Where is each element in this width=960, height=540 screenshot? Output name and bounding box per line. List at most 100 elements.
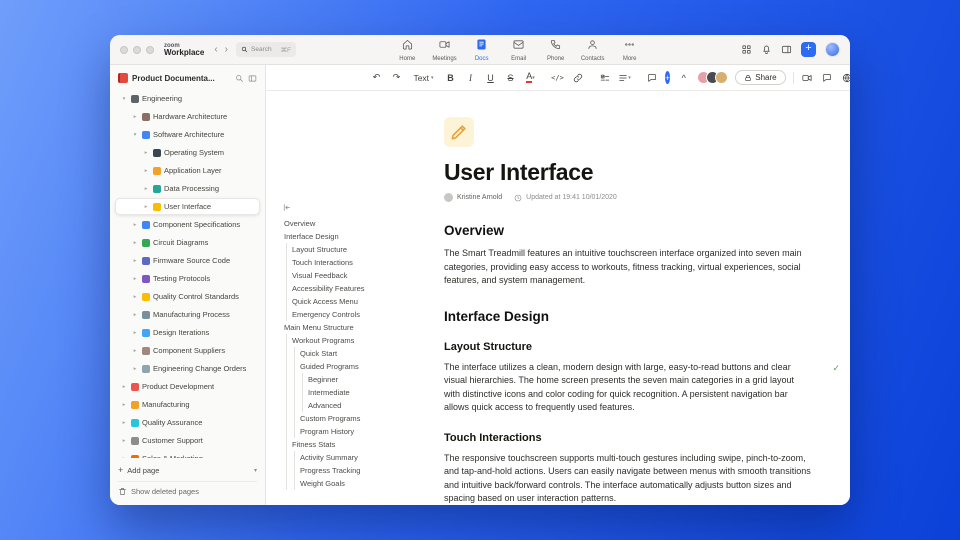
global-search-input[interactable]: Search ⌘F [236,42,296,57]
collapse-outline-button[interactable] [282,201,291,215]
tree-item-operating-system[interactable]: ▸ Operating System [115,144,260,161]
outline-item-program-history[interactable]: Program History [282,425,426,438]
tree-item-testing-protocols[interactable]: ▸ Testing Protocols [115,270,260,287]
outline-item-workout-programs[interactable]: Workout Programs [282,334,426,347]
chevron-right-icon[interactable]: ▸ [131,222,139,228]
forward-button[interactable]: › [225,44,228,55]
chevron-right-icon[interactable]: ▸ [120,438,128,444]
nav-email[interactable]: Email [507,37,531,62]
text-style-dropdown[interactable]: Text ▾ [413,70,433,86]
outline-item-activity-summary[interactable]: Activity Summary [282,451,426,464]
outline-item-fitness-stats[interactable]: Fitness Stats [282,438,426,451]
chevron-right-icon[interactable]: ▸ [131,366,139,372]
tree-item-manufacturing[interactable]: ▸ Manufacturing [115,396,260,413]
chevron-right-icon[interactable]: ▸ [131,114,139,120]
chevron-down-icon[interactable]: ▾ [120,96,128,102]
nav-phone[interactable]: Phone [544,37,568,62]
doc-paragraph[interactable]: The responsive touchscreen supports mult… [444,452,812,506]
chevron-down-icon[interactable]: ▾ [131,132,139,138]
outline-item-touch-interactions[interactable]: Touch Interactions [282,256,426,269]
outline-item-guided-programs[interactable]: Guided Programs [282,360,426,373]
doc-heading-touch-interactions[interactable]: Touch Interactions [444,432,814,444]
outline-item-interface-design[interactable]: Interface Design [282,230,426,243]
align-button[interactable]: ▾ [618,70,631,86]
comment-button[interactable] [645,70,658,86]
chevron-right-icon[interactable]: ▸ [142,168,150,174]
tree-item-software-architecture[interactable]: ▾ Software Architecture [115,126,260,143]
tree-item-component-specifications[interactable]: ▸ Component Specifications [115,216,260,233]
outline-item-beginner[interactable]: Beginner [282,373,426,386]
outline-item-intermediate[interactable]: Intermediate [282,386,426,399]
chevron-right-icon[interactable]: ▸ [120,402,128,408]
language-globe-button[interactable] [841,70,850,86]
outline-item-advanced[interactable]: Advanced [282,399,426,412]
maximize-window-button[interactable] [146,45,154,54]
video-call-button[interactable] [801,70,814,86]
underline-button[interactable]: U [484,70,497,86]
text-color-button[interactable]: A ▾ [524,70,537,86]
new-item-button[interactable]: + [800,42,816,57]
tree-item-hardware-architecture[interactable]: ▸ Hardware Architecture [115,108,260,125]
doc-paragraph[interactable]: The Smart Treadmill features an intuitiv… [444,247,812,288]
doc-heading-interface-design[interactable]: Interface Design [444,309,814,324]
outline-item-main-menu-structure[interactable]: Main Menu Structure [282,321,426,334]
outline-item-weight-goals[interactable]: Weight Goals [282,477,426,490]
back-button[interactable]: ‹ [214,44,217,55]
panel-toggle-icon[interactable] [781,44,792,55]
sidebar-search-icon[interactable] [235,74,244,83]
chevron-right-icon[interactable]: ▸ [120,384,128,390]
tree-item-firmware-source-code[interactable]: ▸ Firmware Source Code [115,252,260,269]
tree-item-engineering-change-orders[interactable]: ▸ Engineering Change Orders [115,360,260,377]
share-button[interactable]: Share [735,70,786,85]
chevron-right-icon[interactable]: ▸ [131,330,139,336]
sidebar-collapse-icon[interactable] [248,74,257,83]
nav-more[interactable]: More [618,37,642,62]
outline-item-layout-structure[interactable]: Layout Structure [282,243,426,256]
link-button[interactable] [571,70,584,86]
code-button[interactable]: </> [551,70,564,86]
chevron-right-icon[interactable]: ▸ [142,186,150,192]
nav-docs[interactable]: Docs [470,37,494,62]
chevron-right-icon[interactable]: ▸ [131,276,139,282]
chevron-right-icon[interactable]: ▸ [131,312,139,318]
nav-home[interactable]: Home [395,37,419,62]
tree-item-product-development[interactable]: ▸ Product Development [115,378,260,395]
tree-item-application-layer[interactable]: ▸ Application Layer [115,162,260,179]
tree-item-component-suppliers[interactable]: ▸ Component Suppliers [115,342,260,359]
close-window-button[interactable] [120,45,128,54]
tree-item-design-iterations[interactable]: ▸ Design Iterations [115,324,260,341]
tree-item-manufacturing-process[interactable]: ▸ Manufacturing Process [115,306,260,323]
redo-button[interactable]: ↷ [390,70,403,86]
tree-item-quality-control-standards[interactable]: ▸ Quality Control Standards [115,288,260,305]
show-deleted-pages-button[interactable]: Show deleted pages [118,481,257,497]
chevron-right-icon[interactable]: ▸ [131,348,139,354]
add-page-button[interactable]: + Add page ▾ [118,462,257,478]
chevron-right-icon[interactable]: ▸ [142,204,150,210]
outline-item-accessibility-features[interactable]: Accessibility Features [282,282,426,295]
chevron-right-icon[interactable]: ▸ [131,294,139,300]
outline-item-quick-start[interactable]: Quick Start [282,347,426,360]
chevron-right-icon[interactable]: ▸ [120,420,128,426]
comments-panel-button[interactable] [821,70,834,86]
nav-contacts[interactable]: Contacts [581,37,605,62]
checklist-button[interactable] [598,70,611,86]
tree-item-quality-assurance[interactable]: ▸ Quality Assurance [115,414,260,431]
collaborator-avatar[interactable] [715,71,729,84]
outline-item-emergency-controls[interactable]: Emergency Controls [282,308,426,321]
user-avatar[interactable] [824,42,840,57]
chevron-right-icon[interactable]: ▸ [142,150,150,156]
bold-button[interactable]: B [444,70,457,86]
outline-item-overview[interactable]: Overview [282,217,426,230]
chevron-right-icon[interactable]: ▸ [131,240,139,246]
chevron-right-icon[interactable]: ▸ [131,258,139,264]
collapse-toolbar-button[interactable]: ^ [677,70,690,86]
outline-item-quick-access-menu[interactable]: Quick Access Menu [282,295,426,308]
tree-item-sales-marketing[interactable]: ▸Sales & Marketing [115,450,260,458]
italic-button[interactable]: I [464,70,477,86]
doc-paragraph[interactable]: The interface utilizes a clean, modern d… [444,361,812,415]
tree-item-user-interface[interactable]: ▸ User Interface [115,198,260,215]
apps-grid-icon[interactable] [741,44,752,55]
page-title[interactable]: User Interface [444,159,814,186]
tree-item-circuit-diagrams[interactable]: ▸ Circuit Diagrams [115,234,260,251]
notifications-bell-icon[interactable] [761,44,772,55]
